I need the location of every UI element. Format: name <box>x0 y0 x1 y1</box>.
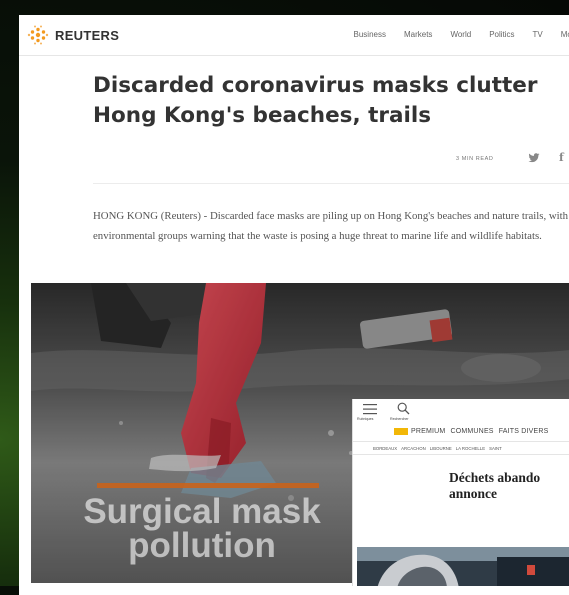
sudouest-section-nav: PREMIUM COMMUNES FAITS DIVERS <box>411 428 549 435</box>
search-icon[interactable] <box>397 402 410 415</box>
nav-markets[interactable]: Markets <box>404 30 432 39</box>
city-saint[interactable]: SAINT <box>489 446 502 451</box>
nav-tv[interactable]: TV <box>533 30 543 39</box>
city-bordeaux[interactable]: BORDEAUX <box>373 446 397 451</box>
menu-label: Rubriques <box>357 417 374 421</box>
reuters-logo-icon <box>27 25 49 45</box>
city-libourne[interactable]: LIBOURNE <box>430 446 452 451</box>
headline-divider <box>93 183 569 184</box>
video-caption: Surgical mask pollution <box>83 492 321 565</box>
article-lead-paragraph: HONG KONG (Reuters) - Discarded face mas… <box>93 210 569 242</box>
nav-communes[interactable]: COMMUNES <box>450 428 493 435</box>
nav-politics[interactable]: Politics <box>489 30 514 39</box>
facebook-share-icon[interactable]: f <box>559 152 564 164</box>
sudouest-article-photo <box>357 547 569 586</box>
reuters-wordmark: REUTERS <box>55 27 120 43</box>
reuters-header: REUTERS Business Markets World Politics … <box>19 15 569 56</box>
sudouest-headline: Déchets abando annonce <box>449 470 541 501</box>
city-la-rochelle[interactable]: LA ROCHELLE <box>456 446 485 451</box>
read-time: 3 MIN READ <box>456 156 494 162</box>
nav-premium[interactable]: PREMIUM <box>411 428 445 435</box>
nav-world[interactable]: World <box>450 30 471 39</box>
premium-badge <box>394 428 408 435</box>
search-label: Rechercher <box>390 417 409 421</box>
composite-screenshot: { "reuters": { "brand": "REUTERS", "nav"… <box>0 0 569 595</box>
reuters-logo-link[interactable]: REUTERS <box>27 25 119 45</box>
caption-accent-bar <box>97 483 319 488</box>
nav-business[interactable]: Business <box>354 30 386 39</box>
reuters-top-nav: Business Markets World Politics TV More <box>354 30 569 39</box>
city-links-bar: BORDEAUX ARCACHON LIBOURNE LA ROCHELLE S… <box>353 441 569 455</box>
nav-more[interactable]: More <box>561 30 569 39</box>
nav-faits-divers[interactable]: FAITS DIVERS <box>499 428 549 435</box>
twitter-share-icon[interactable] <box>528 152 540 164</box>
sudouest-article-page: Rubriques Rechercher PREMIUM COMMUNES FA… <box>352 399 569 586</box>
hamburger-menu-icon[interactable] <box>363 404 377 415</box>
article-headline: Discarded coronavirus masks clutter Hong… <box>93 73 538 128</box>
sudouest-header: Rubriques Rechercher <box>353 399 569 427</box>
city-arcachon[interactable]: ARCACHON <box>401 446 426 451</box>
